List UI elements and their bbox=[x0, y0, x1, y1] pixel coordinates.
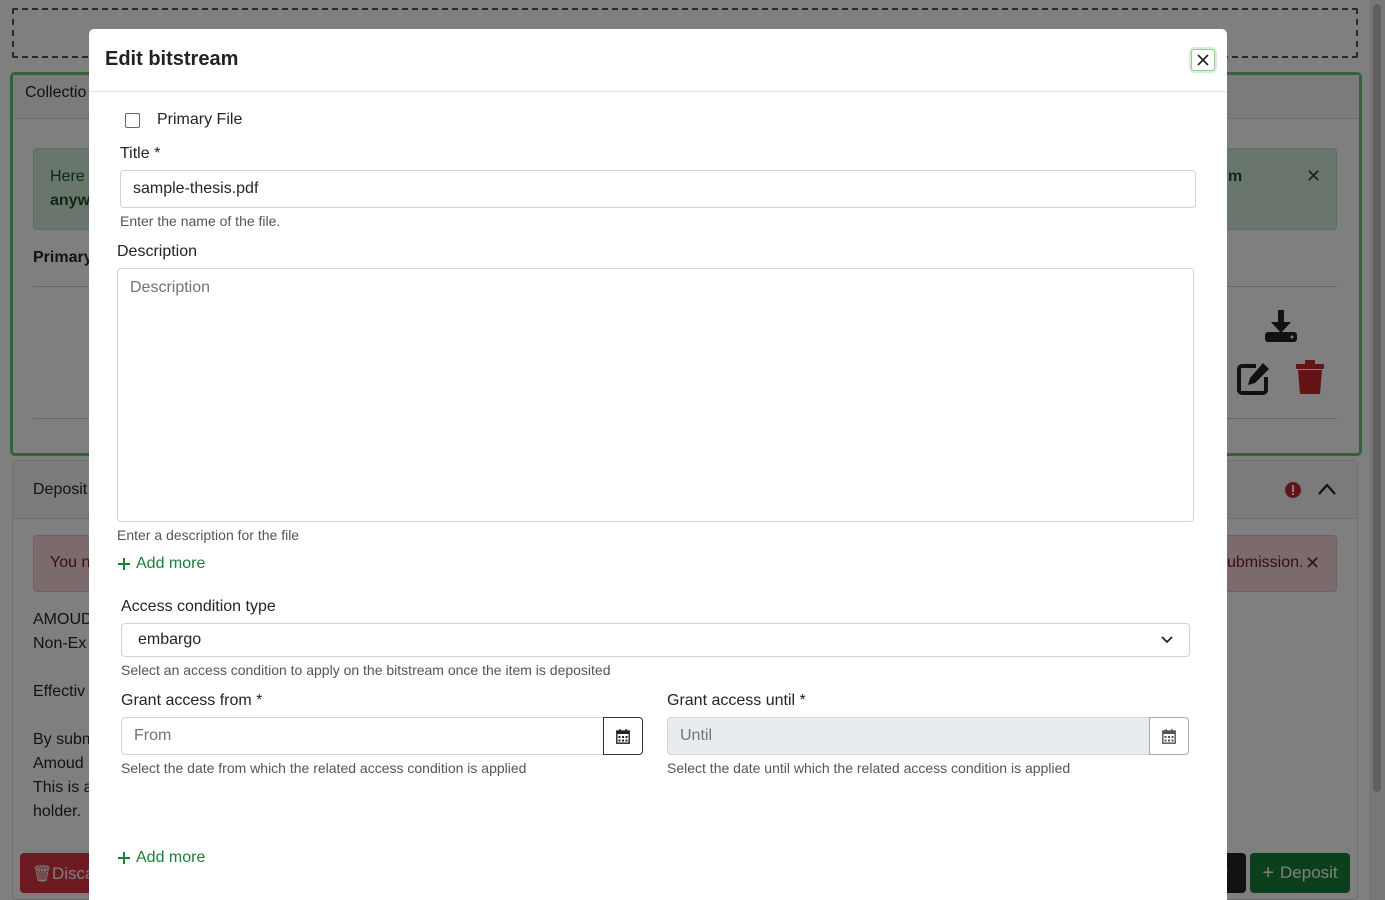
close-icon bbox=[1197, 54, 1209, 66]
modal-header: Edit bitstream bbox=[89, 29, 1227, 92]
add-more-label: Add more bbox=[136, 849, 206, 866]
add-more-description-button[interactable]: Add more bbox=[117, 555, 205, 573]
chevron-down-icon bbox=[1161, 636, 1173, 644]
description-label: Description bbox=[117, 243, 198, 260]
description-help: Enter a description for the file bbox=[117, 527, 300, 543]
access-condition-label: Access condition type bbox=[121, 598, 276, 615]
access-condition-help: Select an access condition to apply on t… bbox=[121, 662, 611, 678]
access-condition-select[interactable]: embargo bbox=[121, 623, 1190, 657]
plus-icon bbox=[118, 558, 130, 570]
add-more-access-condition-button[interactable]: Add more bbox=[117, 849, 205, 867]
close-button[interactable] bbox=[1191, 49, 1215, 71]
calendar-icon bbox=[616, 728, 630, 744]
grant-from-help: Select the date from which the related a… bbox=[121, 760, 527, 776]
title-input[interactable]: sample-thesis.pdf bbox=[120, 170, 1196, 208]
access-condition-value: embargo bbox=[138, 631, 202, 648]
primary-file-label: Primary File bbox=[157, 111, 243, 128]
grant-until-help: Select the date until which the related … bbox=[667, 760, 1071, 776]
edit-bitstream-modal: Edit bitstream Primary File Title * samp… bbox=[89, 29, 1227, 900]
title-help: Enter the name of the file. bbox=[120, 213, 281, 229]
grant-from-label: Grant access from * bbox=[121, 692, 263, 709]
title-label: Title * bbox=[120, 145, 161, 162]
calendar-icon bbox=[1162, 728, 1176, 744]
grant-until-label: Grant access until * bbox=[667, 692, 806, 709]
grant-until-calendar-button bbox=[1149, 717, 1189, 755]
plus-icon bbox=[118, 852, 130, 864]
primary-file-checkbox[interactable] bbox=[125, 113, 140, 128]
grant-from-calendar-button[interactable] bbox=[603, 717, 643, 755]
modal-title: Edit bitstream bbox=[105, 48, 239, 70]
grant-from-input[interactable]: From bbox=[121, 717, 604, 755]
description-textarea[interactable]: Description bbox=[117, 268, 1194, 522]
grant-until-input: Until bbox=[667, 717, 1150, 755]
add-more-label: Add more bbox=[136, 555, 206, 572]
